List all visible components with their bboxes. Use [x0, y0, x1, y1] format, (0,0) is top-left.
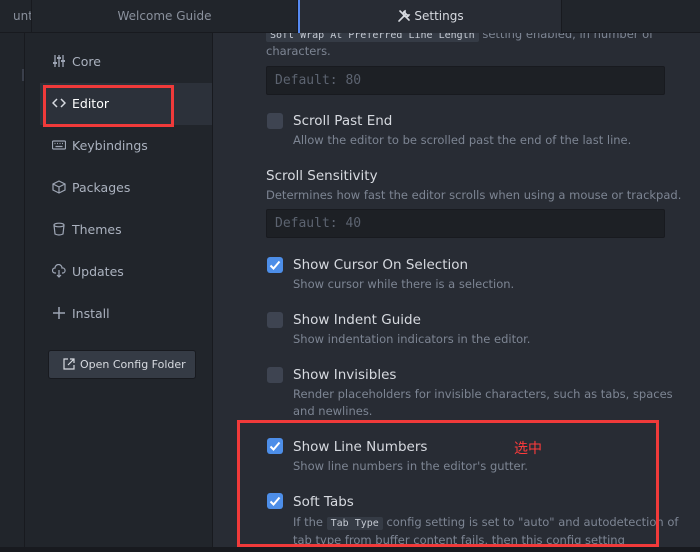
tree-resize-handle[interactable] — [22, 69, 24, 81]
show-indent-guide-checkbox[interactable] — [267, 312, 283, 328]
show-cursor-on-selection-title[interactable]: Show Cursor On Selection — [293, 257, 468, 273]
soft-tabs-description: If the Tab Type config setting is set to… — [293, 513, 678, 533]
tab-settings[interactable]: Settings — [298, 0, 562, 33]
preferred-line-length-placeholder: Default: 80 — [275, 73, 362, 88]
annotation-label: 选中 — [514, 441, 542, 457]
editor-settings-panel[interactable]: Soft Wrap At Preferred Line Length setti… — [213, 33, 700, 552]
open-config-folder-button[interactable]: Open Config Folder — [48, 350, 196, 379]
checkmark-icon — [269, 441, 281, 451]
show-cursor-on-selection-checkbox[interactable] — [267, 257, 283, 273]
tab-welcome-guide-label: Welcome Guide — [117, 9, 212, 23]
scroll-past-end-title[interactable]: Scroll Past End — [293, 113, 392, 129]
tab-bar: untitled Welcome Guide Settings — [0, 0, 700, 33]
tree-view-panel[interactable] — [0, 33, 25, 552]
soft-tabs-desc-post: config setting is set to "auto" and auto… — [382, 515, 679, 529]
tab-untitled-label: untitled — [13, 9, 31, 23]
link-external-icon — [63, 358, 75, 370]
show-cursor-on-selection-description: Show cursor while there is a selection. — [293, 277, 515, 291]
show-indent-guide-description: Show indentation indicators in the edito… — [293, 332, 531, 346]
sidebar-item-packages[interactable]: Packages — [40, 167, 212, 209]
soft-wrap-description-line-2: characters. — [266, 44, 331, 58]
tab-welcome-guide[interactable]: Welcome Guide — [32, 0, 298, 32]
soft-wrap-desc-rest: setting enabled, in number of — [478, 33, 654, 41]
preferred-line-length-input[interactable]: Default: 80 — [266, 66, 665, 95]
keyboard-icon — [52, 139, 66, 152]
tab-settings-label: Settings — [414, 9, 464, 23]
soft-tabs-desc-pre: If the — [293, 515, 327, 529]
package-icon — [52, 180, 66, 194]
settings-tools-icon — [398, 9, 411, 22]
sidebar-item-label: Themes — [72, 222, 122, 237]
sidebar-item-keybindings[interactable]: Keybindings — [40, 125, 212, 167]
sidebar-item-label: Core — [72, 54, 101, 69]
open-config-folder-label: Open Config Folder — [80, 358, 186, 371]
scroll-past-end-checkbox[interactable] — [267, 113, 283, 129]
code-icon — [52, 97, 66, 110]
show-indent-guide-title[interactable]: Show Indent Guide — [293, 312, 421, 328]
show-invisibles-title[interactable]: Show Invisibles — [293, 367, 396, 383]
scroll-past-end-description: Allow the editor to be scrolled past the… — [293, 133, 632, 147]
sidebar-item-themes[interactable]: Themes — [40, 209, 212, 251]
plus-icon — [52, 307, 66, 320]
soft-tabs-title[interactable]: Soft Tabs — [293, 494, 354, 510]
sidebar-item-editor[interactable]: Editor — [40, 83, 212, 125]
scroll-sensitivity-title: Scroll Sensitivity — [266, 168, 378, 184]
sliders-icon — [52, 55, 66, 68]
checkmark-icon — [269, 496, 281, 506]
sidebar-item-core[interactable]: Core — [40, 41, 212, 83]
show-line-numbers-description: Show line numbers in the editor's gutter… — [293, 459, 528, 473]
show-invisibles-checkbox[interactable] — [267, 367, 283, 383]
scroll-sensitivity-input[interactable]: Default: 40 — [266, 209, 665, 238]
sidebar-item-label: Updates — [72, 264, 124, 279]
sidebar-item-label: Install — [72, 306, 110, 321]
sidebar-item-label: Keybindings — [72, 138, 148, 153]
status-bar — [0, 547, 700, 552]
show-invisibles-description-line-2: and newlines. — [293, 404, 373, 418]
paintcan-icon — [52, 222, 66, 236]
show-line-numbers-title[interactable]: Show Line Numbers — [293, 439, 427, 455]
sidebar-item-install[interactable]: Install — [40, 293, 212, 335]
checkmark-icon — [269, 260, 281, 270]
tab-untitled[interactable]: untitled — [0, 0, 32, 32]
show-invisibles-description: Render placeholders for invisible charac… — [293, 387, 673, 401]
soft-tabs-code: Tab Type — [326, 517, 383, 530]
sidebar-item-label: Editor — [72, 96, 109, 111]
cloud-download-icon — [52, 264, 66, 278]
settings-sidebar: Core Editor Keybindings Packages Themes … — [25, 33, 213, 552]
scroll-sensitivity-description: Determines how fast the editor scrolls w… — [266, 188, 682, 202]
sidebar-item-updates[interactable]: Updates — [40, 251, 212, 293]
soft-tabs-checkbox[interactable] — [267, 493, 283, 509]
show-line-numbers-checkbox[interactable] — [267, 438, 283, 454]
scroll-sensitivity-placeholder: Default: 40 — [275, 216, 362, 231]
sidebar-item-label: Packages — [72, 180, 131, 195]
soft-wrap-code: Soft Wrap At Preferred Line Length — [266, 33, 479, 42]
